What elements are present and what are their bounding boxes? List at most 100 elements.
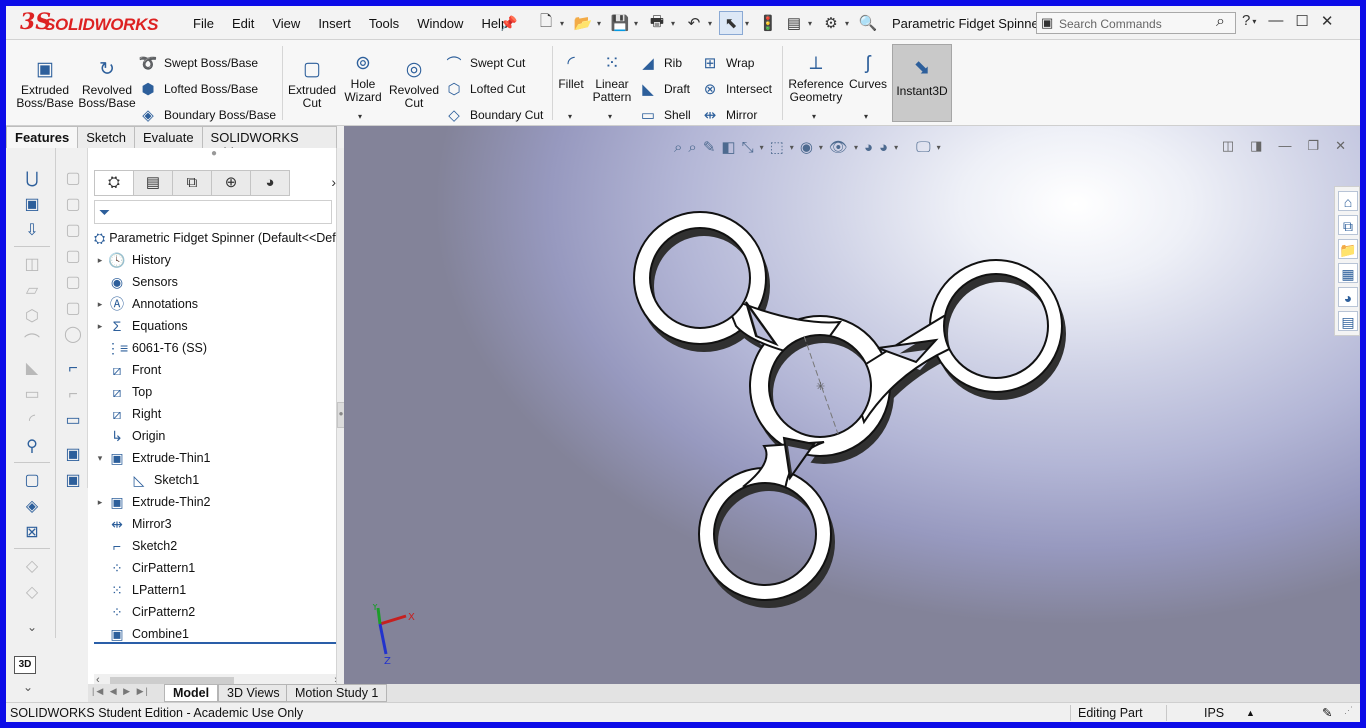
tree-item-annotations[interactable]: ▸ Ⓐ Annotations (94, 293, 340, 315)
featuremanager-tab-icon[interactable]: ⛭ (94, 170, 134, 196)
print-dropdown-icon[interactable]: ▾ (671, 19, 680, 28)
extruded-cut-button[interactable]: ▢ Extruded Cut (284, 58, 340, 110)
menu-window[interactable]: Window (408, 16, 472, 31)
tree-item-top-plane[interactable]: ⧄ Top (94, 381, 340, 403)
expand-toggle[interactable]: ▸ (94, 321, 106, 332)
instant3d-button[interactable]: ⬊ Instant3D (892, 44, 952, 122)
pin-icon[interactable]: 📌 (500, 15, 517, 32)
section-view-icon[interactable]: ⊠ (20, 522, 44, 544)
graphics-viewport[interactable]: ⌕ ⌕ ✎ ◧ ⤡ ▾ ⬚ ▾ ◉ ▾ 👁 ▾ ◕ ◕ ▾ 🖵 ▾ ◫ ◨ — … (344, 126, 1360, 684)
undo-dropdown-icon[interactable]: ▾ (708, 19, 717, 28)
tree-item-extrude-thin2[interactable]: ▸ ▣ Extrude-Thin2 (94, 491, 340, 513)
file-properties-dropdown-icon[interactable]: ▾ (808, 19, 817, 28)
configurationmanager-tab-icon[interactable]: ⧉ (172, 170, 212, 196)
fillet-dropdown-icon[interactable]: ▾ (568, 112, 572, 121)
reference-geometry-button[interactable]: ⟂ Reference Geometry (786, 52, 846, 104)
magnet-icon[interactable]: ⋃ (20, 168, 44, 190)
resize-grip-icon[interactable]: ⋰ (1344, 705, 1353, 716)
view-iso-icon[interactable]: ◈ (20, 496, 44, 518)
appearances-icon[interactable]: ◕ (1338, 287, 1358, 307)
tab-model[interactable]: Model (164, 684, 219, 702)
view-tool-icon[interactable]: ▣ (61, 470, 85, 492)
expand-strip-icon[interactable]: ⌄ (20, 616, 44, 638)
tree-item-material[interactable]: ⋮≡ 6061-T6 (SS) (94, 337, 340, 359)
tree-item-part[interactable]: ⛭ Parametric Fidget Spinner (Default<<Def… (94, 227, 466, 249)
expand-toggle[interactable]: ▾ (94, 453, 106, 464)
unit-system[interactable]: IPS (1204, 706, 1224, 720)
linear-pattern-button[interactable]: ⁙ Linear Pattern (590, 52, 634, 104)
tab-features[interactable]: Features (6, 126, 79, 148)
dimxpertmanager-tab-icon[interactable]: ⊕ (211, 170, 251, 196)
tree-item-equations[interactable]: ▸ Σ Equations (94, 315, 340, 337)
collapse-strip-icon[interactable]: ⌄ (16, 676, 40, 698)
fastener-icon[interactable]: ⚲ (20, 436, 44, 458)
revolved-cut-button[interactable]: ◎ Revolved Cut (386, 58, 442, 110)
help-icon[interactable]: ? (1242, 12, 1250, 30)
rollback-bar[interactable] (94, 642, 340, 644)
tree-item-extrude-thin1[interactable]: ▾ ▣ Extrude-Thin1 (94, 447, 340, 469)
tree-item-cirpattern1[interactable]: ⁘ CirPattern1 (94, 557, 340, 579)
tab-sketch[interactable]: Sketch (77, 126, 135, 148)
close-icon[interactable]: ✕ (1321, 12, 1334, 30)
expand-toggle[interactable]: ▸ (94, 255, 106, 266)
lofted-boss-button[interactable]: ⬢ Lofted Boss/Base (138, 78, 258, 100)
menu-edit[interactable]: Edit (223, 16, 263, 31)
displaymanager-tab-icon[interactable]: ◕ (250, 170, 290, 196)
help-dropdown-icon[interactable]: ▾ (1252, 17, 1256, 30)
select-dropdown-icon[interactable]: ▾ (745, 19, 754, 28)
menu-view[interactable]: View (263, 16, 309, 31)
tree-item-right-plane[interactable]: ⧄ Right (94, 403, 340, 425)
draft-button[interactable]: ◣ Draft (638, 78, 690, 100)
search-commands-box[interactable]: ▣ Search Commands ⌕ (1036, 12, 1236, 34)
wrap-button[interactable]: ⊞ Wrap (700, 52, 755, 74)
view-front-icon[interactable]: ▢ (20, 470, 44, 492)
3d-view-toggle-icon[interactable]: 3D (14, 656, 36, 674)
swept-boss-button[interactable]: ➰ Swept Boss/Base (138, 52, 258, 74)
tab-motion-study[interactable]: Motion Study 1 (286, 684, 388, 702)
custom-properties-icon[interactable]: ▤ (1338, 311, 1358, 331)
curves-dropdown-icon[interactable]: ▾ (864, 112, 868, 121)
tree-item-sketch1[interactable]: ◺ Sketch1 (94, 469, 340, 491)
tree-item-front-plane[interactable]: ⧄ Front (94, 359, 340, 381)
new-dropdown-icon[interactable]: ▾ (560, 19, 569, 28)
tree-item-mirror3[interactable]: ⇹ Mirror3 (94, 513, 340, 535)
boundary-cut-button[interactable]: ◇ Boundary Cut (444, 104, 543, 126)
panel-grip-icon[interactable]: ● (88, 148, 340, 170)
extruded-boss-button[interactable]: ▣ Extruded Boss/Base (16, 58, 74, 110)
propertymanager-tab-icon[interactable]: ▤ (133, 170, 173, 196)
panel-splitter[interactable]: ● (336, 148, 345, 684)
boundary-boss-button[interactable]: ◈ Boundary Boss/Base (138, 104, 276, 126)
view-tool-icon[interactable]: ▣ (61, 444, 85, 466)
minimize-icon[interactable]: — (1268, 12, 1283, 30)
tree-filter-icon[interactable]: ⏷ (94, 200, 332, 224)
tab-evaluate[interactable]: Evaluate (133, 126, 203, 148)
hole-wizard-button[interactable]: ⊚ Hole Wizard (340, 52, 386, 104)
expand-toggle[interactable]: ▸ (94, 497, 106, 508)
hole-wizard-dropdown-icon[interactable]: ▾ (358, 112, 362, 121)
customize-status-icon[interactable]: ✎ (1322, 705, 1332, 720)
fidget-spinner-model[interactable]: ✳ (344, 126, 1360, 684)
boss-feature-icon[interactable]: ▣ (20, 194, 44, 216)
options-dropdown-icon[interactable]: ▾ (845, 19, 854, 28)
print-icon[interactable]: 🖶 (645, 11, 669, 35)
tree-item-origin[interactable]: ↳ Origin (94, 425, 340, 447)
view-palette-icon[interactable]: ▦ (1338, 263, 1358, 283)
tree-item-cirpattern2[interactable]: ⁘ CirPattern2 (94, 601, 340, 623)
tab-3d-views[interactable]: 3D Views (218, 684, 289, 702)
file-properties-icon[interactable]: ▤ (782, 11, 806, 35)
tree-item-history[interactable]: ▸ 🕓 History (94, 249, 340, 271)
rib-button[interactable]: ◢ Rib (638, 52, 682, 74)
fillet-button[interactable]: ◜ Fillet (554, 52, 588, 91)
tree-item-sketch2[interactable]: ⌐ Sketch2 (94, 535, 340, 557)
undo-icon[interactable]: ↶ (682, 11, 706, 35)
open-icon[interactable]: 📂 (571, 11, 595, 35)
expand-toggle[interactable]: ▸ (94, 299, 106, 310)
reference-geometry-dropdown-icon[interactable]: ▾ (812, 112, 816, 121)
tab-scroll-arrows-icon[interactable]: |◀ ◀ ▶ ▶| (92, 686, 150, 697)
shell-button[interactable]: ▭ Shell (638, 104, 691, 126)
unit-system-dropdown-icon[interactable]: ▲ (1246, 708, 1255, 718)
solidworks-resources-icon[interactable]: ⌂ (1338, 191, 1358, 211)
tree-item-lpattern1[interactable]: ⁙ LPattern1 (94, 579, 340, 601)
options-gear-icon[interactable]: ⚙ (819, 11, 843, 35)
rebuild-traffic-light-icon[interactable]: 🚦 (756, 11, 780, 35)
